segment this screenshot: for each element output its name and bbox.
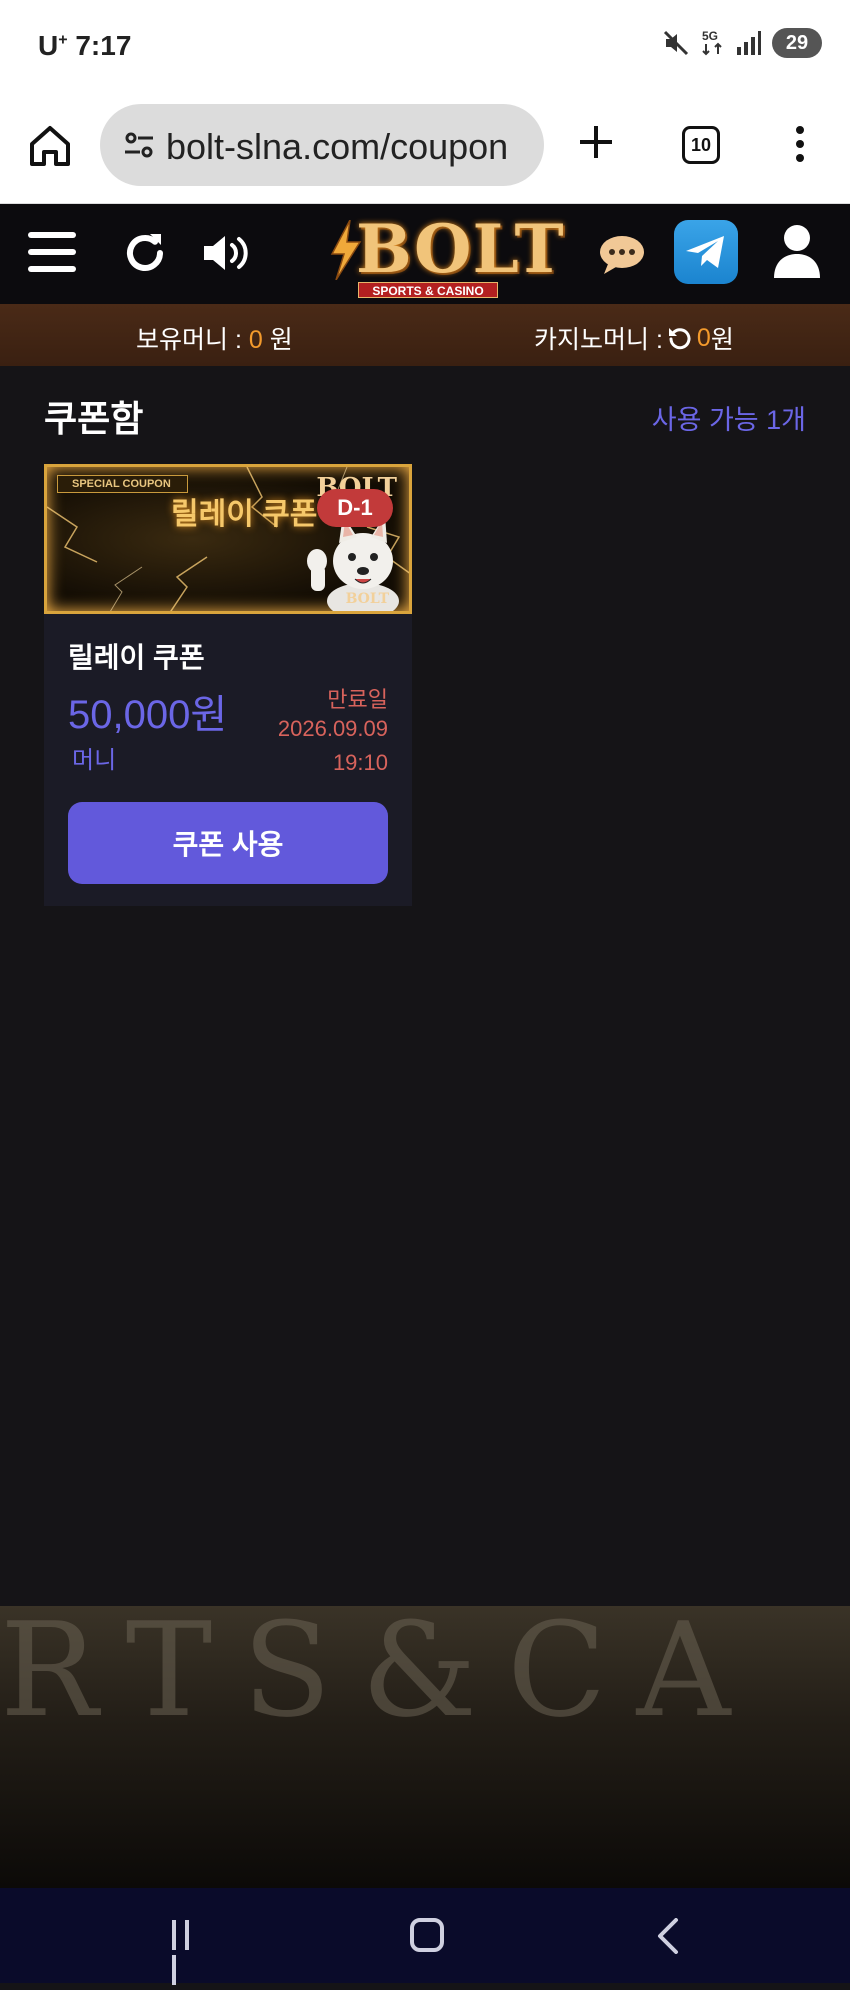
browser-toolbar: bolt-slna.com/coupon 10: [0, 92, 850, 204]
home-icon[interactable]: [26, 122, 74, 170]
undo-icon[interactable]: [667, 326, 691, 350]
mute-icon: [663, 30, 689, 56]
use-coupon-button[interactable]: 쿠폰 사용: [68, 802, 388, 884]
carrier-time: U+ 7:17: [38, 30, 131, 62]
system-nav-bar: [0, 1888, 850, 1985]
coupon-card: SPECIAL COUPON 릴레이 쿠폰 BOLT D-1 BOLT 릴레이 …: [44, 464, 412, 906]
site-logo[interactable]: BOLT SPORTS & CASINO: [328, 210, 564, 300]
logo-subtitle: SPORTS & CASINO: [358, 282, 498, 298]
site-header: BOLT SPORTS & CASINO: [0, 204, 850, 304]
footer-background: RTS&CA: [0, 1606, 850, 1888]
held-money-label: 보유머니 :: [136, 326, 249, 354]
coupon-amount: 50,000원: [68, 693, 228, 737]
speaker-icon[interactable]: [202, 230, 252, 276]
more-icon[interactable]: [790, 122, 810, 172]
5g-icon: 5G: [702, 29, 722, 56]
casino-money-amount: 0: [696, 323, 711, 352]
coupon-type: 머니: [72, 747, 117, 774]
carrier-label: U: [38, 30, 59, 61]
casino-money-unit: 원: [710, 326, 734, 354]
back-icon[interactable]: [654, 1918, 684, 1954]
status-icons: 5G 29: [662, 28, 822, 58]
banner-title: 릴레이 쿠폰: [171, 498, 318, 531]
battery-icon: 29: [772, 28, 822, 58]
telegram-plane-icon: [686, 236, 724, 268]
telegram-icon[interactable]: [674, 220, 738, 284]
new-tab-button[interactable]: [576, 122, 616, 171]
expiry-date: 2026.09.09: [277, 716, 388, 741]
site-settings-icon[interactable]: [124, 132, 154, 158]
logo-text: BOLT: [356, 210, 565, 288]
recents-icon[interactable]: [172, 1920, 208, 1985]
expiry-time: 19:10: [332, 750, 388, 775]
coupon-banner: SPECIAL COUPON 릴레이 쿠폰 BOLT D-1 BOLT: [44, 464, 412, 614]
expiry-label: 만료일: [327, 687, 388, 712]
footer-decor-text: RTS&CA: [0, 1606, 761, 1746]
home-nav-icon[interactable]: [410, 1918, 444, 1952]
held-money: 보유머니 : 0 원: [136, 320, 293, 356]
held-money-unit: 원: [262, 326, 293, 354]
casino-money: 카지노머니 : 0 원: [534, 320, 734, 356]
clock: 7:17: [75, 30, 132, 61]
tabs-icon[interactable]: 10: [682, 126, 720, 164]
held-money-amount: 0: [248, 326, 263, 354]
special-coupon-tag: SPECIAL COUPON: [57, 475, 188, 493]
menu-icon[interactable]: [28, 232, 76, 274]
money-bar: 보유머니 : 0 원 카지노머니 : 0 원: [0, 304, 850, 366]
url-text: bolt-slna.com/coupon: [166, 126, 509, 167]
signal-icon: [737, 31, 761, 55]
banner-brand-small: BOLT: [345, 591, 389, 607]
refresh-icon[interactable]: [122, 230, 168, 276]
carrier-plus: +: [58, 31, 68, 49]
dday-badge: D-1: [317, 489, 393, 527]
status-bar: U+ 7:17 5G 29: [0, 0, 850, 92]
chat-icon[interactable]: [598, 234, 646, 276]
user-icon[interactable]: [772, 224, 822, 278]
address-bar[interactable]: bolt-slna.com/coupon: [100, 104, 544, 186]
casino-money-label: 카지노머니 :: [534, 326, 663, 354]
available-count: 사용 가능 1개: [651, 405, 806, 435]
plus-icon: [580, 126, 612, 158]
coupon-name: 릴레이 쿠폰: [68, 642, 205, 673]
svg-text:5G: 5G: [702, 29, 718, 43]
page-title: 쿠폰함: [44, 398, 144, 439]
